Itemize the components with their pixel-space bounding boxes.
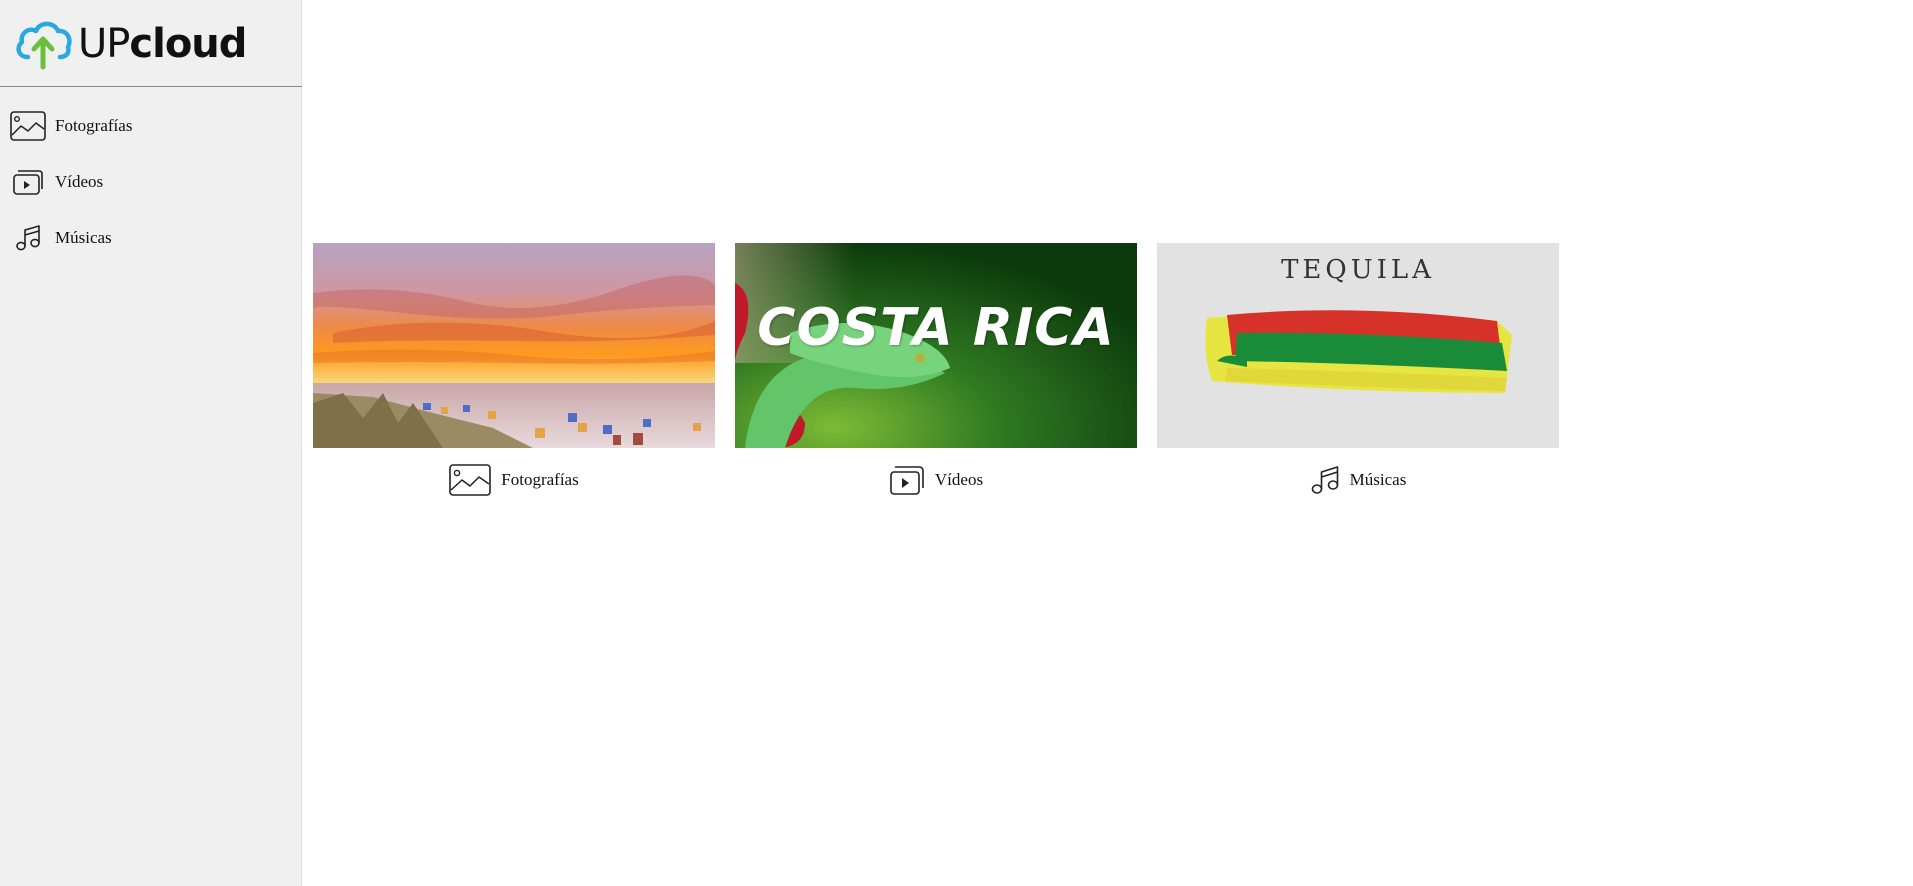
card-caption-musicas[interactable]: Músicas [1157, 448, 1559, 512]
card-label: Fotografías [501, 470, 579, 489]
sidebar-item-fotografias[interactable]: Fotografías [0, 98, 302, 154]
sidebar: UPcloud Fotografías Vídeos Músicas [0, 0, 302, 886]
card-label: Vídeos [934, 470, 984, 489]
thumbnail-title: TEQUILA [1281, 255, 1435, 285]
sidebar-nav: Fotografías Vídeos Músicas [0, 98, 302, 266]
card-caption-videos[interactable]: Vídeos [735, 448, 1137, 512]
image-icon [10, 111, 46, 141]
image-icon [449, 464, 492, 496]
cloud-upload-icon [16, 21, 72, 70]
video-icon [889, 465, 925, 495]
app: UPcloud Fotografías Vídeos Músicas Fotog… [0, 0, 1913, 886]
card-videos: COSTA RICA Vídeos [735, 243, 1137, 512]
sidebar-divider [0, 86, 302, 87]
logo[interactable]: UPcloud [14, 14, 247, 74]
card-label: Músicas [1349, 470, 1407, 489]
logo-text: UPcloud [78, 21, 247, 67]
sunset-beach-thumbnail[interactable] [313, 243, 715, 448]
card-musicas: TEQUILA Músicas [1157, 243, 1559, 512]
thumbnail-title: COSTA RICA [757, 298, 1115, 358]
card-caption-fotografias[interactable]: Fotografías [313, 448, 715, 512]
sidebar-item-label: Músicas [55, 228, 112, 247]
card-fotografias: Fotografías [313, 243, 715, 512]
video-icon [10, 167, 46, 197]
sidebar-item-videos[interactable]: Vídeos [0, 154, 302, 210]
music-icon [10, 223, 46, 253]
sidebar-item-label: Vídeos [55, 172, 104, 191]
sidebar-item-musicas[interactable]: Músicas [0, 210, 302, 266]
sidebar-item-label: Fotografías [55, 116, 133, 135]
music-icon [1310, 465, 1340, 495]
